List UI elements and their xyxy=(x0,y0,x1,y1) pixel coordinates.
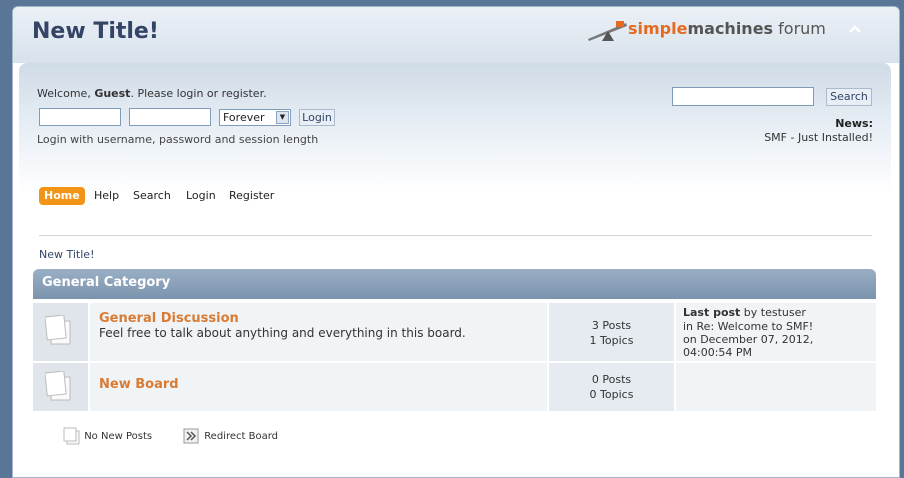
welcome-suffix: . Please login or register. xyxy=(130,87,267,100)
menu-item-register[interactable]: Register xyxy=(229,187,274,205)
menu-divider xyxy=(39,235,872,236)
upper-section: Welcome, Guest. Please login or register… xyxy=(19,63,891,273)
guest-name: Guest xyxy=(94,87,131,100)
breadcrumb[interactable]: New Title! xyxy=(39,248,94,261)
board-icon-cell xyxy=(33,303,88,361)
menu-item-login[interactable]: Login xyxy=(186,187,216,205)
board-status-icon[interactable] xyxy=(45,371,71,401)
collapse-header-button[interactable] xyxy=(847,21,863,37)
board-icon-cell xyxy=(33,363,88,411)
search-button[interactable]: Search xyxy=(826,88,872,106)
legend-redirect-board: Redirect Board xyxy=(183,427,278,445)
menu-item-home[interactable]: Home xyxy=(39,187,85,205)
session-length-select[interactable]: Forever ▼ xyxy=(219,109,291,126)
forum-title[interactable]: New Title! xyxy=(32,19,159,44)
session-length-value: Forever xyxy=(223,111,265,124)
password-input[interactable] xyxy=(129,108,211,126)
post-count: 0 Posts xyxy=(591,373,632,386)
board-name[interactable]: General Discussion xyxy=(99,311,239,326)
login-button[interactable]: Login xyxy=(299,109,335,126)
forum-page: New Title! simplemachines forum Welcome,… xyxy=(12,6,900,478)
topic-count: 1 Topics xyxy=(589,334,634,347)
last-post-topic[interactable]: in Re: Welcome to SMF! xyxy=(683,320,813,333)
board-info-cell: New Board xyxy=(90,363,547,411)
no-new-posts-icon xyxy=(63,427,80,445)
smf-logo[interactable]: simplemachines forum xyxy=(586,17,836,43)
board-stats-cell: 3 Posts 1 Topics xyxy=(549,303,674,361)
news-text: SMF - Just Installed! xyxy=(764,131,873,144)
menu-item-help[interactable]: Help xyxy=(94,187,119,205)
seesaw-logo-icon xyxy=(588,21,627,41)
search-input[interactable] xyxy=(672,87,814,106)
logo-simple: simple xyxy=(628,19,688,38)
board-name[interactable]: New Board xyxy=(99,377,179,392)
last-post-author: Last post by testuser xyxy=(683,306,806,319)
username-input[interactable] xyxy=(39,108,121,126)
header-bar: New Title! simplemachines forum xyxy=(13,7,899,63)
welcome-prefix: Welcome, xyxy=(37,87,95,100)
redirect-icon xyxy=(183,428,199,444)
last-post-label: Last post xyxy=(683,306,741,319)
legend-no-new-posts: No New Posts xyxy=(63,427,152,445)
welcome-message: Welcome, Guest. Please login or register… xyxy=(37,87,267,100)
logo-forum: forum xyxy=(773,19,826,38)
last-post-date: on December 07, 2012, xyxy=(683,333,814,346)
last-post-time: 04:00:54 PM xyxy=(683,346,753,359)
logo-text: simplemachines forum xyxy=(628,19,826,38)
menu-item-search[interactable]: Search xyxy=(133,187,171,205)
news-label: News: xyxy=(835,117,873,130)
post-count: 3 Posts xyxy=(591,319,632,332)
board-description: Feel free to talk about anything and eve… xyxy=(99,326,466,340)
dropdown-arrow-icon[interactable]: ▼ xyxy=(276,111,289,124)
last-post-user[interactable]: by testuser xyxy=(740,306,806,319)
board-info-cell: General Discussion Feel free to talk abo… xyxy=(90,303,547,361)
board-status-icon[interactable] xyxy=(45,315,71,345)
legend-no-new-posts-label: No New Posts xyxy=(84,431,153,442)
last-post-cell: Last post by testuser in Re: Welcome to … xyxy=(676,303,876,361)
board-row: New Board 0 Posts 0 Topics xyxy=(33,363,876,411)
category-header[interactable]: General Category xyxy=(33,269,876,299)
chevron-up-icon xyxy=(849,25,861,33)
legend-redirect-board-label: Redirect Board xyxy=(204,431,278,442)
logo-machines: machines xyxy=(687,19,774,38)
board-row: General Discussion Feel free to talk abo… xyxy=(33,303,876,361)
board-stats-cell: 0 Posts 0 Topics xyxy=(549,363,674,411)
topic-count: 0 Topics xyxy=(589,388,634,401)
login-hint: Login with username, password and sessio… xyxy=(37,133,319,146)
last-post-cell xyxy=(676,363,876,411)
